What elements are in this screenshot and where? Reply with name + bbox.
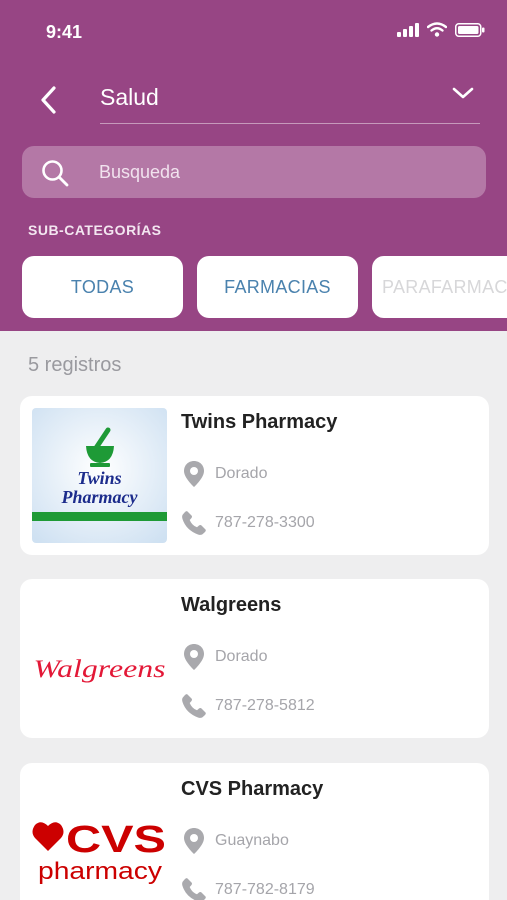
location-row: Dorado [181,643,267,671]
cvs-pharmacy-logo: CVS pharmacy [32,775,167,900]
signal-icon [397,22,419,37]
logo-text: Pharmacy [61,487,139,507]
card-phone: 787-278-5812 [215,697,315,714]
app-screen: 9:41 Salud Busqueda SUB-CATEGORÍAS TODAS… [0,0,507,900]
card-phone: 787-782-8179 [215,881,315,898]
chip-farmacias[interactable]: FARMACIAS [197,256,358,318]
logo-text: Walgreens [34,656,166,683]
back-button[interactable] [30,82,66,118]
location-pin-icon [181,460,207,488]
twins-pharmacy-logo: Twins Pharmacy [32,408,167,543]
header: 9:41 Salud Busqueda SUB-CATEGORÍAS TODAS… [0,0,507,331]
location-pin-icon [181,643,207,671]
battery-icon [455,22,485,37]
phone-row[interactable]: 787-782-8179 [181,876,315,900]
card-city: Guaynabo [215,832,289,849]
list-item[interactable]: CVS pharmacy CVS Pharmacy Guaynabo 787-7… [20,763,489,900]
subcategories-title: SUB-CATEGORÍAS [28,222,162,238]
phone-icon [181,509,207,537]
category-dropdown[interactable]: Salud [100,72,480,124]
list-item[interactable]: Walgreens Walgreens Dorado 787-278-5812 [20,579,489,738]
walgreens-logo: Walgreens [32,591,167,726]
logo-text: pharmacy [38,858,162,885]
chip-todas[interactable]: TODAS [22,256,183,318]
search-icon [42,160,69,187]
card-city: Dorado [215,465,268,482]
subcategory-chips: TODAS FARMACIAS PARAFARMACIAS [22,256,507,318]
chip-parafarmacias[interactable]: PARAFARMACIAS [372,256,507,318]
category-label: Salud [100,84,159,110]
card-city: Dorado [215,648,268,665]
phone-row[interactable]: 787-278-5812 [181,692,315,720]
card-title: Walgreens [181,594,282,616]
search-input[interactable] [99,146,469,198]
status-icons [397,22,485,37]
results-count: 5 registros [28,354,122,376]
logo-text: CVS [66,819,166,861]
logo-text: Twins [77,468,121,488]
location-row: Dorado [181,460,267,488]
location-pin-icon [181,827,207,855]
card-title: CVS Pharmacy [181,778,324,800]
search-box[interactable] [22,146,486,198]
chevron-down-icon [452,87,474,99]
status-bar: 9:41 [0,0,507,64]
wifi-icon [427,22,447,37]
card-phone: 787-278-3300 [215,514,315,531]
phone-icon [181,692,207,720]
phone-icon [181,876,207,900]
list-item[interactable]: Twins Pharmacy Twins Pharmacy Dorado 787… [20,396,489,555]
phone-row[interactable]: 787-278-3300 [181,509,315,537]
card-title: Twins Pharmacy [181,411,338,433]
location-row: Guaynabo [181,827,289,855]
nav-row: Salud [0,72,507,128]
status-time: 9:41 [46,22,83,42]
back-chevron-icon [41,86,56,114]
